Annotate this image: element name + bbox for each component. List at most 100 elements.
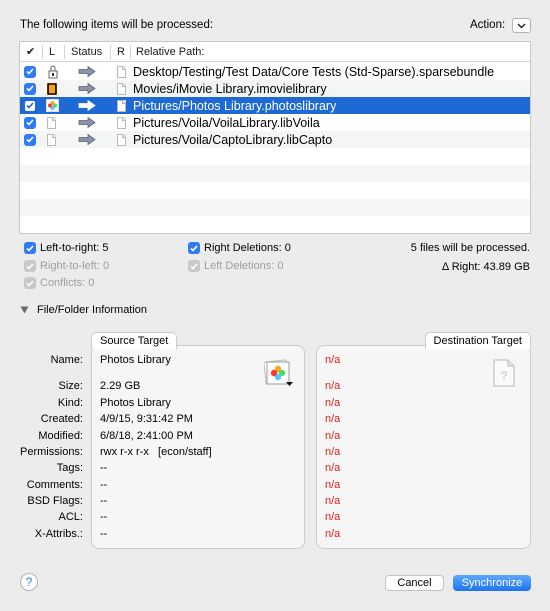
destination-kind: n/a	[325, 397, 341, 409]
document-icon	[117, 116, 126, 129]
table-row[interactable]: Movies/iMovie Library.imovielibrary	[20, 80, 530, 97]
table-row[interactable]: Pictures/Voila/VoilaLibrary.libVoila	[20, 114, 530, 131]
column-checked[interactable]: ✔	[26, 42, 35, 62]
disclosure-triangle-icon[interactable]	[20, 306, 29, 314]
empty-row	[20, 165, 530, 182]
arrow-right-icon	[78, 100, 96, 111]
document-icon	[117, 99, 126, 112]
column-divider	[42, 45, 43, 59]
label-x-attribs: X-Attribs.:	[34, 528, 83, 540]
conflicts-label: Conflicts: 0	[40, 277, 95, 289]
right-deletions-checkbox[interactable]: Right Deletions: 0	[188, 241, 291, 255]
column-right[interactable]: R	[117, 42, 125, 62]
arrow-right-icon	[78, 66, 96, 77]
files-count-status: 5 files will be processed.	[410, 242, 530, 254]
row-checkbox[interactable]	[24, 99, 36, 112]
destination-size: n/a	[325, 380, 341, 392]
document-icon	[47, 116, 56, 129]
arrow-right-icon	[78, 134, 96, 145]
row-checkbox[interactable]	[24, 82, 36, 95]
row-checkbox[interactable]	[24, 133, 36, 146]
checkbox	[24, 277, 36, 289]
destination-permissions: n/a	[325, 446, 341, 458]
cancel-button[interactable]: Cancel	[385, 575, 444, 591]
column-divider	[64, 45, 65, 59]
label-bsd-flags: BSD Flags:	[27, 495, 83, 507]
checkbox[interactable]	[24, 242, 36, 254]
destination-modified: n/a	[325, 430, 341, 442]
info-disclosure[interactable]: File/Folder Information	[20, 304, 147, 316]
left-to-right-checkbox[interactable]: Left-to-right: 5	[24, 241, 108, 255]
source-target-tab[interactable]: Source Target	[91, 332, 178, 349]
checkbox[interactable]	[188, 242, 200, 254]
source-bsd-flags: --	[100, 495, 108, 507]
photos-library-icon[interactable]	[263, 358, 294, 391]
action-label: Action:	[470, 19, 506, 31]
source-size: 2.29 GB	[100, 380, 141, 392]
label-acl: ACL:	[58, 511, 83, 523]
label-name: Name:	[50, 354, 83, 366]
table-header: ✔ L Status R Relative Path:	[20, 42, 530, 62]
empty-row	[20, 199, 530, 216]
document-icon	[117, 65, 126, 78]
source-x-attribs: --	[100, 528, 108, 540]
source-permissions: rwx r-x r-x [econ/staff]	[100, 446, 212, 458]
photos-library-icon	[46, 99, 59, 112]
arrow-right-icon	[78, 83, 96, 94]
column-divider	[110, 45, 111, 59]
left-to-right-label: Left-to-right: 5	[40, 242, 109, 254]
row-path: Pictures/Photos Library.photoslibrary	[133, 98, 337, 113]
destination-tags: n/a	[325, 462, 341, 474]
row-checkbox[interactable]	[24, 65, 36, 78]
source-tags: --	[100, 462, 108, 474]
row-path: Pictures/Voila/VoilaLibrary.libVoila	[133, 115, 320, 130]
source-kind: Photos Library	[100, 397, 171, 409]
destination-target-tab[interactable]: Destination Target	[424, 332, 531, 349]
row-path: Movies/iMovie Library.imovielibrary	[133, 81, 327, 96]
svg-text:?: ?	[501, 369, 508, 383]
label-permissions: Permissions:	[20, 446, 83, 458]
row-path: Pictures/Voila/CaptoLibrary.libCapto	[133, 132, 333, 147]
conflicts-checkbox: Conflicts: 0	[24, 276, 94, 290]
checkbox	[188, 260, 200, 272]
synchronize-button[interactable]: Synchronize	[453, 575, 531, 591]
column-divider	[130, 45, 131, 59]
label-tags: Tags:	[56, 462, 83, 474]
destination-name: n/a	[325, 354, 341, 366]
table-row-selected[interactable]: Pictures/Photos Library.photoslibrary	[20, 97, 530, 114]
right-deletions-label: Right Deletions: 0	[204, 242, 291, 254]
source-modified: 6/8/18, 2:41:00 PM	[100, 430, 193, 442]
label-created: Created:	[40, 413, 83, 425]
source-created: 4/9/15, 9:31:42 PM	[100, 413, 193, 425]
arrow-right-icon	[78, 117, 96, 128]
right-to-left-checkbox: Right-to-left: 0	[24, 259, 109, 273]
destination-x-attribs: n/a	[325, 528, 341, 540]
page-title: The following items will be processed:	[20, 19, 214, 31]
label-size: Size:	[58, 380, 83, 392]
label-kind: Kind:	[57, 397, 83, 409]
delta-right-status: Δ Right: 43.89 GB	[441, 261, 530, 273]
label-comments: Comments:	[26, 479, 83, 491]
empty-row	[20, 148, 530, 165]
sparsebundle-icon	[48, 65, 58, 78]
label-modified: Modified:	[38, 430, 83, 442]
destination-created: n/a	[325, 413, 341, 425]
chevron-down-icon	[517, 23, 526, 28]
items-table[interactable]: ✔ L Status R Relative Path: Desktop/Test…	[19, 41, 531, 234]
help-button[interactable]: ?	[20, 573, 38, 591]
column-left[interactable]: L	[49, 42, 55, 62]
table-row[interactable]: Desktop/Testing/Test Data/Core Tests (St…	[20, 63, 530, 80]
table-row[interactable]: Pictures/Voila/CaptoLibrary.libCapto	[20, 131, 530, 148]
row-path: Desktop/Testing/Test Data/Core Tests (St…	[133, 64, 495, 79]
row-checkbox[interactable]	[24, 116, 36, 129]
source-comments: --	[100, 479, 108, 491]
document-icon	[47, 133, 56, 146]
destination-bsd-flags: n/a	[325, 495, 341, 507]
generic-document-icon: ?	[493, 359, 515, 390]
empty-row	[20, 216, 530, 233]
column-status[interactable]: Status	[71, 42, 102, 62]
column-relative-path[interactable]: Relative Path:	[136, 42, 204, 62]
document-icon	[117, 82, 126, 95]
destination-acl: n/a	[325, 511, 341, 523]
action-menu-button[interactable]	[512, 18, 531, 33]
